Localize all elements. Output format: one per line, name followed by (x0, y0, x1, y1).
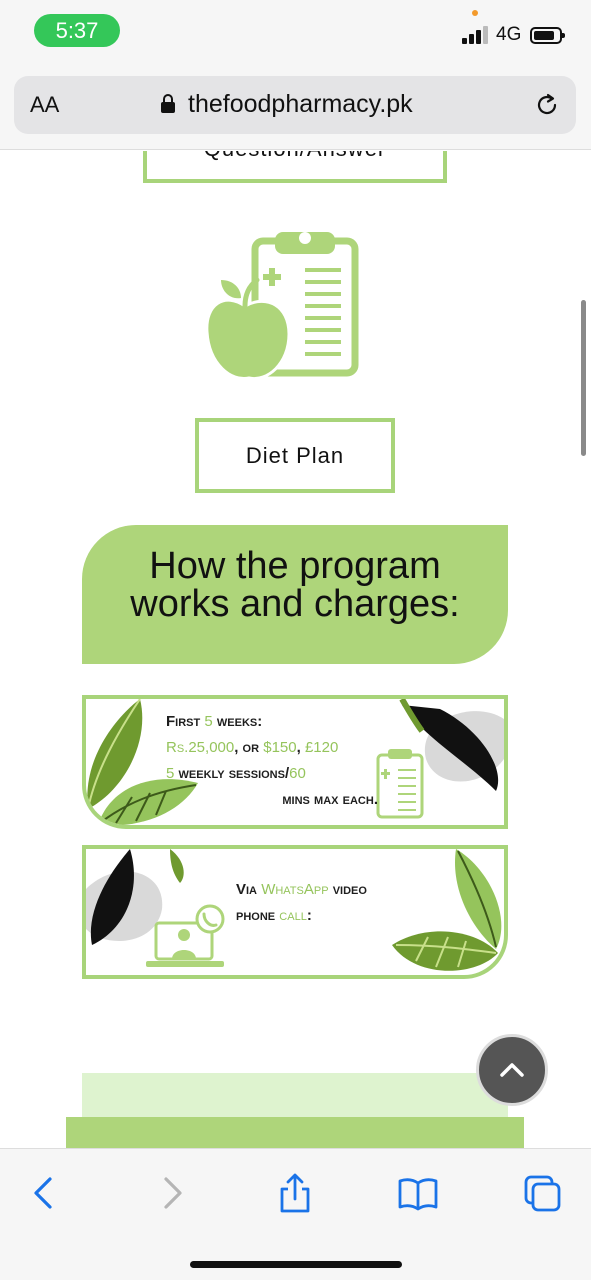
card2-text-part: phone (236, 907, 280, 924)
program-heading: How the program works and charges: (82, 525, 508, 664)
privacy-indicator-dot (472, 10, 478, 16)
pricing-text: First 5 weeks: Rs.25,000, or $150, £120 … (166, 709, 378, 813)
scroll-indicator[interactable] (581, 300, 586, 456)
diet-plan-button[interactable]: Diet Plan (195, 418, 395, 493)
pricing-card: First 5 weeks: Rs.25,000, or $150, £120 … (82, 695, 508, 829)
card1-highlight: 5 (204, 713, 213, 730)
bookmarks-icon[interactable] (398, 1173, 438, 1213)
battery-icon (530, 27, 565, 44)
browser-toolbar (0, 1148, 591, 1280)
diet-plan-label: Diet Plan (245, 443, 345, 468)
time-pill[interactable]: 5:37 (34, 14, 120, 47)
card1-text-part: , (296, 739, 305, 756)
browser-address-area: AA thefoodpharmacy.pk (0, 62, 591, 150)
reload-icon[interactable] (534, 92, 560, 118)
card2-text-part: Via (236, 881, 262, 898)
card1-highlight: £120 (304, 739, 339, 756)
time-text: 5:37 (55, 18, 99, 43)
text-size-button[interactable]: AA (30, 92, 59, 118)
card2-highlight: call (279, 907, 307, 924)
text-size-label: AA (30, 92, 60, 117)
heading-line-1: How the program (149, 545, 441, 587)
card1-highlight: 60 (289, 765, 306, 782)
heading-line-2: works and charges: (130, 583, 460, 625)
card1-text-part: weekly sessions/ (174, 765, 290, 782)
section-banner-dark (66, 1117, 524, 1148)
chevron-up-icon (500, 1063, 524, 1077)
whatsapp-card: Via WhatsApp video phone call: (82, 845, 508, 979)
home-indicator (190, 1261, 402, 1268)
card1-text-part: mins max each. (282, 791, 378, 808)
page-content: Question/Answer Diet Plan How the progra… (0, 151, 591, 1148)
tabs-icon[interactable] (522, 1173, 562, 1213)
cellular-signal-icon (462, 26, 490, 44)
card1-text-part: weeks: (212, 713, 263, 730)
forward-icon[interactable] (152, 1173, 192, 1213)
url-text[interactable]: thefoodpharmacy.pk (188, 90, 413, 119)
card1-text-part: , or (234, 739, 264, 756)
share-icon[interactable] (275, 1173, 315, 1213)
lock-icon (161, 94, 175, 113)
card1-highlight: $150 (263, 739, 297, 756)
card2-text-part: : (306, 907, 312, 924)
scroll-to-top-button[interactable] (476, 1034, 548, 1106)
address-bar[interactable]: AA thefoodpharmacy.pk (14, 76, 576, 134)
whatsapp-text: Via WhatsApp video phone call: (236, 877, 466, 929)
card1-text-part: First (166, 713, 205, 730)
card2-highlight: WhatsApp (261, 881, 329, 898)
back-icon[interactable] (24, 1173, 64, 1213)
card2-text-part: video (328, 881, 367, 898)
network-type: 4G (496, 24, 522, 45)
status-bar: 5:37 4G (0, 0, 591, 62)
card1-highlight: Rs.25,000 (166, 739, 235, 756)
question-answer-button[interactable]: Question/Answer (143, 151, 447, 183)
diet-plan-icon (205, 232, 359, 381)
question-answer-label: Question/Answer (204, 151, 387, 161)
